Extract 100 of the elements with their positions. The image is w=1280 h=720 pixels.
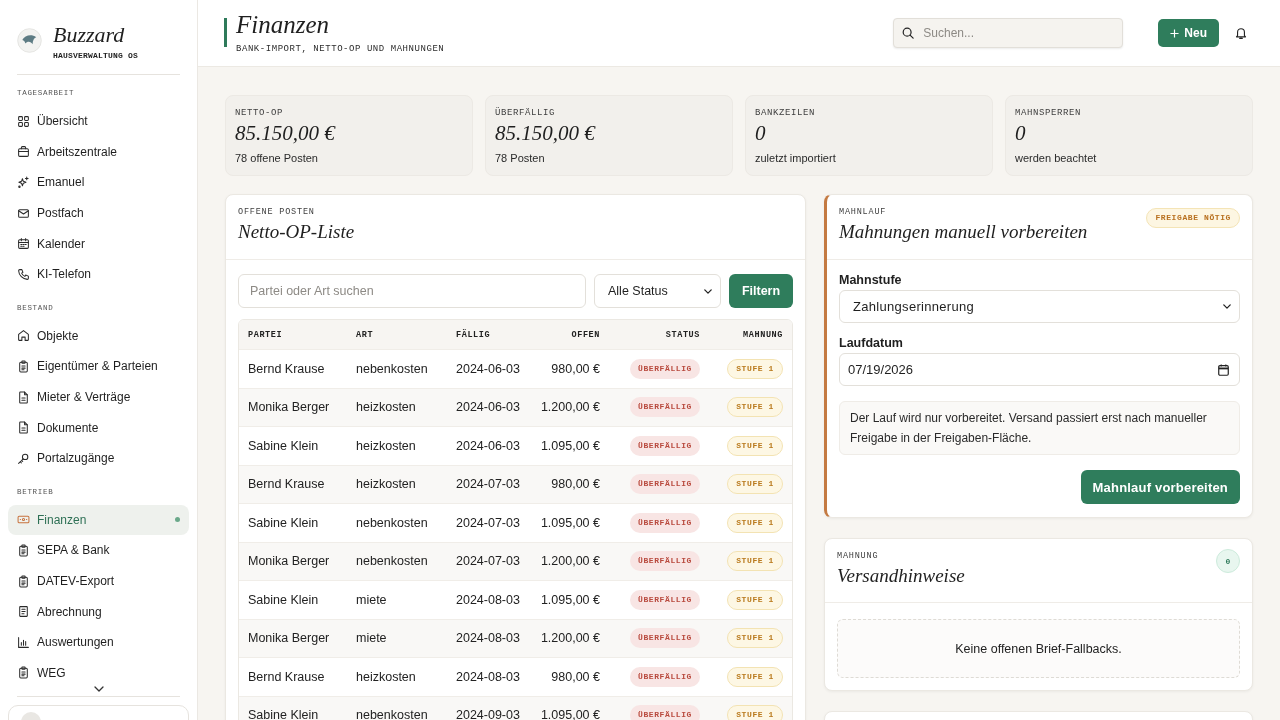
sidebar-item[interactable]: SEPA & Bank xyxy=(8,535,189,566)
table-cell-text: heizkosten xyxy=(356,477,417,492)
table-row[interactable]: Monika Berger miete 2024-08-03 1.200,00 € ÜBERFÄLLIG STUFE 1 xyxy=(239,618,792,657)
section-label: MAHNLAUF xyxy=(839,207,888,217)
table-cell: 1.200,00 € xyxy=(540,400,600,415)
filter-button[interactable]: Filtern xyxy=(729,274,793,308)
sidebar-item[interactable]: Dokumente xyxy=(8,412,189,443)
table-cell-text: 2024-08-03 xyxy=(456,631,521,646)
column-header[interactable]: PARTEI xyxy=(248,329,356,340)
card-title: Netto-OP-Liste xyxy=(238,221,356,243)
column-header[interactable]: STATUS xyxy=(665,329,700,340)
filter-input[interactable]: Partei oder Art suchen xyxy=(238,274,586,308)
stat-value: 0 xyxy=(755,121,767,145)
table-cell: 980,00 € xyxy=(551,669,600,684)
sidebar-item[interactable]: Auswertungen xyxy=(8,626,189,658)
sidebar-item[interactable]: Kalender xyxy=(8,228,189,259)
caret-icon xyxy=(1223,304,1231,309)
table-cell-text: Monika Berger xyxy=(248,554,331,569)
chevron-down-icon[interactable] xyxy=(93,686,104,693)
table-cell: 1.095,00 € xyxy=(540,515,600,530)
dunning-level-badge: STUFE 1 xyxy=(727,551,783,572)
column-header[interactable]: FÄLLIG xyxy=(456,329,540,340)
table-row[interactable]: Sabine Klein nebenkosten 2024-09-03 1.095,00 € ÜBERFÄLLIG STUFE 1 xyxy=(239,695,792,720)
new-button[interactable]: Neu xyxy=(1158,19,1219,47)
info-note: Der Lauf wird nur vorbereitet. Versand passiert erst nach manueller Freigabe in der Freigaben-Fläche. xyxy=(839,401,1240,455)
prepare-run-button[interactable]: Mahnlauf vorbereiten xyxy=(1080,470,1240,504)
table-cell-text: Sabine Klein xyxy=(248,438,320,453)
dunning-level-badge: STUFE 1 xyxy=(727,512,783,533)
table-cell-text: Sabine Klein xyxy=(248,708,320,720)
sparkles-icon xyxy=(17,176,30,189)
stat-label: NETTO-OP xyxy=(235,108,284,118)
sidebar-item[interactable]: Eigentümer & Parteien xyxy=(8,351,189,382)
table-cell-text: Monika Berger xyxy=(248,400,331,415)
table-cell-text: Bernd Krause xyxy=(248,477,326,492)
status-badge: ÜBERFÄLLIG xyxy=(630,628,700,649)
sidebar-item[interactable]: Finanzen xyxy=(8,504,189,536)
table-cell: 1.095,00 € xyxy=(540,708,600,720)
table-cell-text: 2024-09-03 xyxy=(456,708,521,720)
briefcase-icon xyxy=(17,145,30,159)
table-cell-text: nebenkosten xyxy=(356,708,429,720)
status-badge: ÜBERFÄLLIG xyxy=(630,666,700,687)
approval-badge: FREIGABE NÖTIG xyxy=(1146,208,1240,228)
sidebar-item[interactable]: Mieter & Verträge xyxy=(8,381,189,413)
table-cell-text: 2024-06-03 xyxy=(456,438,521,453)
stat-label: BANKZEILEN xyxy=(755,108,816,118)
status-badge: ÜBERFÄLLIG xyxy=(630,551,700,572)
column-header[interactable]: OFFEN xyxy=(571,329,600,340)
table-cell-text: miete xyxy=(356,631,388,646)
table-row[interactable]: Monika Berger heizkosten 2024-06-03 1.200,00 € ÜBERFÄLLIG STUFE 1 xyxy=(239,387,792,426)
table-cell-text: heizkosten xyxy=(356,400,417,415)
status-badge: ÜBERFÄLLIG xyxy=(630,397,700,418)
column-header[interactable]: MAHNUNG xyxy=(743,329,783,340)
search-field[interactable]: Suchen... xyxy=(893,18,1124,48)
table-cell-text: Sabine Klein xyxy=(248,592,320,607)
table-cell: 1.095,00 € xyxy=(540,592,600,607)
table-cell-text: Monika Berger xyxy=(248,631,331,646)
card-title: Versandhinweise xyxy=(837,565,965,587)
table-cell-text: nebenkosten xyxy=(356,361,429,376)
card-title: Mahnungen manuell vorbereiten xyxy=(839,221,1088,243)
dunning-level-badge: STUFE 1 xyxy=(727,705,783,720)
calendar-icon xyxy=(1218,363,1229,376)
table-row[interactable]: Monika Berger nebenkosten 2024-07-03 1.200,00 € ÜBERFÄLLIG STUFE 1 xyxy=(239,541,792,580)
sidebar-item[interactable]: WEG xyxy=(8,657,189,689)
date-field[interactable]: 07/19/2026 xyxy=(839,353,1240,386)
stat-label: ÜBERFÄLLIG xyxy=(495,108,556,118)
column-header[interactable]: ART xyxy=(356,329,456,340)
calendar-icon xyxy=(17,237,30,251)
table-row[interactable]: Bernd Krause heizkosten 2024-07-03 980,00 € ÜBERFÄLLIG STUFE 1 xyxy=(239,464,792,503)
search-icon xyxy=(902,27,915,39)
clipboard-icon xyxy=(17,359,30,373)
document-icon xyxy=(17,421,30,435)
bell-icon[interactable] xyxy=(1235,26,1247,40)
grid-icon xyxy=(17,114,30,128)
stat-value: 85.150,00 € xyxy=(235,121,337,145)
table-cell-text: 2024-06-03 xyxy=(456,361,521,376)
table-cell-text: Bernd Krause xyxy=(248,669,326,684)
dunning-level-badge: STUFE 1 xyxy=(727,666,783,687)
dunning-level-badge: STUFE 1 xyxy=(727,589,783,610)
sidebar-item[interactable]: Portalzugänge xyxy=(8,442,189,474)
table-cell-text: 2024-06-03 xyxy=(456,400,521,415)
table-cell-text: 2024-08-03 xyxy=(456,592,521,607)
page-subtitle: BANK-IMPORT, NETTO-OP UND MAHNUNGEN xyxy=(236,43,445,55)
sidebar-item[interactable]: Postfach xyxy=(8,197,189,229)
stat-label: MAHNSPERREN xyxy=(1015,108,1082,118)
empty-state: Keine offenen Brief-Fallbacks. xyxy=(837,619,1240,678)
sidebar-item[interactable]: KI-Telefon xyxy=(8,258,189,290)
sidebar-item[interactable]: Abrechnung xyxy=(8,596,189,627)
table-cell-text: Sabine Klein xyxy=(248,515,320,530)
sidebar-item[interactable]: Arbeitszentrale xyxy=(8,136,189,168)
sidebar-item[interactable]: DATEV-Export xyxy=(8,565,189,597)
table-cell-text: nebenkosten xyxy=(356,515,429,530)
caret-icon xyxy=(704,288,712,294)
dunning-level-select[interactable]: Zahlungserinnerung xyxy=(839,290,1240,323)
status-select[interactable]: Alle Status xyxy=(594,274,721,308)
sidebar-item[interactable]: Übersicht xyxy=(8,106,189,137)
page-title: Finanzen xyxy=(236,11,331,38)
dunning-level-badge: STUFE 1 xyxy=(727,397,783,418)
sidebar-item[interactable]: Objekte xyxy=(8,320,189,352)
sidebar-item[interactable]: Emanuel xyxy=(8,167,189,198)
clipboard-icon xyxy=(17,666,30,680)
